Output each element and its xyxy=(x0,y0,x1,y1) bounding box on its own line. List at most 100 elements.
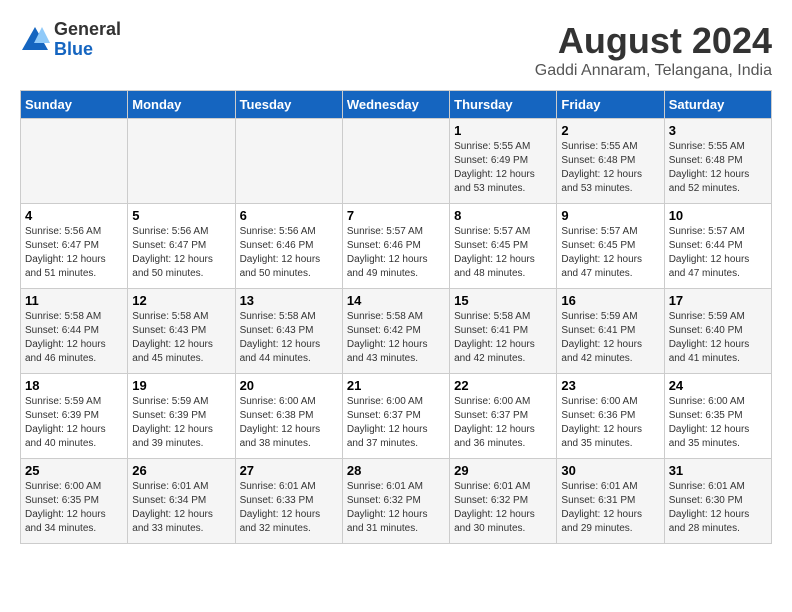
calendar-cell: 17 Sunrise: 5:59 AM Sunset: 6:40 PM Dayli… xyxy=(664,289,771,374)
day-info: Sunrise: 5:59 AM Sunset: 6:39 PM Dayligh… xyxy=(25,395,123,451)
calendar-week-row: 4Sunrise: 5:56 AM Sunset: 6:47 PM Daylig… xyxy=(21,204,772,289)
main-title: August 2024 xyxy=(535,20,772,62)
calendar-cell: 22 Sunrise: 6:00 AM Sunset: 6:37 PM Dayli… xyxy=(450,374,557,459)
weekday-header-cell: Sunday xyxy=(21,91,128,119)
day-info: Sunrise: 5:55 AM Sunset: 6:49 PM Dayligh… xyxy=(454,140,552,196)
day-number: 12 xyxy=(132,293,230,308)
weekday-header-cell: Friday xyxy=(557,91,664,119)
day-number: 30 xyxy=(561,463,659,478)
calendar-cell: 26 Sunrise: 6:01 AM Sunset: 6:34 PM Dayli… xyxy=(128,459,235,544)
day-info: Sunrise: 5:55 AM Sunset: 6:48 PM Dayligh… xyxy=(669,140,767,196)
logo-icon xyxy=(20,25,50,55)
weekday-header-cell: Wednesday xyxy=(342,91,449,119)
day-number: 29 xyxy=(454,463,552,478)
calendar-week-row: 11 Sunrise: 5:58 AM Sunset: 6:44 PM Dayli… xyxy=(21,289,772,374)
calendar-cell: 14 Sunrise: 5:58 AM Sunset: 6:42 PM Dayli… xyxy=(342,289,449,374)
day-number: 26 xyxy=(132,463,230,478)
weekday-header-cell: Tuesday xyxy=(235,91,342,119)
day-info: Sunrise: 6:01 AM Sunset: 6:32 PM Dayligh… xyxy=(347,480,445,536)
day-info: Sunrise: 5:57 AM Sunset: 6:44 PM Dayligh… xyxy=(669,225,767,281)
logo: General Blue xyxy=(20,20,121,60)
day-info: Sunrise: 6:01 AM Sunset: 6:34 PM Dayligh… xyxy=(132,480,230,536)
day-number: 20 xyxy=(240,378,338,393)
calendar-cell xyxy=(21,119,128,204)
calendar-cell: 27 Sunrise: 6:01 AM Sunset: 6:33 PM Dayli… xyxy=(235,459,342,544)
day-info: Sunrise: 6:01 AM Sunset: 6:32 PM Dayligh… xyxy=(454,480,552,536)
calendar-cell: 4Sunrise: 5:56 AM Sunset: 6:47 PM Daylig… xyxy=(21,204,128,289)
calendar-cell: 18 Sunrise: 5:59 AM Sunset: 6:39 PM Dayli… xyxy=(21,374,128,459)
day-number: 21 xyxy=(347,378,445,393)
day-info: Sunrise: 6:00 AM Sunset: 6:36 PM Dayligh… xyxy=(561,395,659,451)
calendar-week-row: 25Sunrise: 6:00 AM Sunset: 6:35 PM Dayli… xyxy=(21,459,772,544)
day-number: 5 xyxy=(132,208,230,223)
day-info: Sunrise: 5:57 AM Sunset: 6:46 PM Dayligh… xyxy=(347,225,445,281)
calendar-cell: 9 Sunrise: 5:57 AM Sunset: 6:45 PM Daylig… xyxy=(557,204,664,289)
day-number: 7 xyxy=(347,208,445,223)
day-number: 8 xyxy=(454,208,552,223)
day-number: 11 xyxy=(25,293,123,308)
day-number: 10 xyxy=(669,208,767,223)
calendar-cell: 6Sunrise: 5:56 AM Sunset: 6:46 PM Daylig… xyxy=(235,204,342,289)
day-info: Sunrise: 6:00 AM Sunset: 6:35 PM Dayligh… xyxy=(669,395,767,451)
logo-general: General xyxy=(54,20,121,40)
calendar-cell: 15 Sunrise: 5:58 AM Sunset: 6:41 PM Dayli… xyxy=(450,289,557,374)
day-number: 13 xyxy=(240,293,338,308)
day-number: 22 xyxy=(454,378,552,393)
calendar-cell: 13 Sunrise: 5:58 AM Sunset: 6:43 PM Dayli… xyxy=(235,289,342,374)
day-number: 17 xyxy=(669,293,767,308)
day-info: Sunrise: 5:58 AM Sunset: 6:43 PM Dayligh… xyxy=(240,310,338,366)
calendar-cell: 20 Sunrise: 6:00 AM Sunset: 6:38 PM Dayli… xyxy=(235,374,342,459)
day-number: 25 xyxy=(25,463,123,478)
weekday-header-cell: Saturday xyxy=(664,91,771,119)
day-number: 18 xyxy=(25,378,123,393)
day-number: 9 xyxy=(561,208,659,223)
calendar-cell: 7 Sunrise: 5:57 AM Sunset: 6:46 PM Daylig… xyxy=(342,204,449,289)
calendar-cell xyxy=(128,119,235,204)
day-info: Sunrise: 5:59 AM Sunset: 6:40 PM Dayligh… xyxy=(669,310,767,366)
calendar-cell: 25Sunrise: 6:00 AM Sunset: 6:35 PM Dayli… xyxy=(21,459,128,544)
calendar-cell: 23 Sunrise: 6:00 AM Sunset: 6:36 PM Dayli… xyxy=(557,374,664,459)
logo-text: General Blue xyxy=(54,20,121,60)
day-info: Sunrise: 6:00 AM Sunset: 6:38 PM Dayligh… xyxy=(240,395,338,451)
day-info: Sunrise: 6:01 AM Sunset: 6:30 PM Dayligh… xyxy=(669,480,767,536)
calendar-body: 1 Sunrise: 5:55 AM Sunset: 6:49 PM Daylig… xyxy=(21,119,772,544)
day-info: Sunrise: 5:59 AM Sunset: 6:41 PM Dayligh… xyxy=(561,310,659,366)
calendar-cell: 3Sunrise: 5:55 AM Sunset: 6:48 PM Daylig… xyxy=(664,119,771,204)
calendar-cell: 16Sunrise: 5:59 AM Sunset: 6:41 PM Dayli… xyxy=(557,289,664,374)
calendar-cell: 28Sunrise: 6:01 AM Sunset: 6:32 PM Dayli… xyxy=(342,459,449,544)
subtitle: Gaddi Annaram, Telangana, India xyxy=(535,62,772,80)
day-info: Sunrise: 6:00 AM Sunset: 6:37 PM Dayligh… xyxy=(454,395,552,451)
calendar-cell: 21 Sunrise: 6:00 AM Sunset: 6:37 PM Dayli… xyxy=(342,374,449,459)
day-info: Sunrise: 5:58 AM Sunset: 6:41 PM Dayligh… xyxy=(454,310,552,366)
day-number: 15 xyxy=(454,293,552,308)
calendar-cell xyxy=(235,119,342,204)
day-info: Sunrise: 6:01 AM Sunset: 6:33 PM Dayligh… xyxy=(240,480,338,536)
day-number: 14 xyxy=(347,293,445,308)
day-info: Sunrise: 6:01 AM Sunset: 6:31 PM Dayligh… xyxy=(561,480,659,536)
calendar-cell: 1 Sunrise: 5:55 AM Sunset: 6:49 PM Daylig… xyxy=(450,119,557,204)
weekday-header-row: SundayMondayTuesdayWednesdayThursdayFrid… xyxy=(21,91,772,119)
calendar-cell: 5 Sunrise: 5:56 AM Sunset: 6:47 PM Daylig… xyxy=(128,204,235,289)
day-number: 23 xyxy=(561,378,659,393)
day-info: Sunrise: 5:55 AM Sunset: 6:48 PM Dayligh… xyxy=(561,140,659,196)
day-info: Sunrise: 5:57 AM Sunset: 6:45 PM Dayligh… xyxy=(561,225,659,281)
day-number: 31 xyxy=(669,463,767,478)
day-number: 2 xyxy=(561,123,659,138)
title-section: August 2024 Gaddi Annaram, Telangana, In… xyxy=(535,20,772,80)
header: General Blue August 2024 Gaddi Annaram, … xyxy=(20,20,772,80)
day-info: Sunrise: 5:58 AM Sunset: 6:42 PM Dayligh… xyxy=(347,310,445,366)
day-info: Sunrise: 6:00 AM Sunset: 6:37 PM Dayligh… xyxy=(347,395,445,451)
calendar-cell: 29 Sunrise: 6:01 AM Sunset: 6:32 PM Dayli… xyxy=(450,459,557,544)
calendar-cell: 30 Sunrise: 6:01 AM Sunset: 6:31 PM Dayli… xyxy=(557,459,664,544)
day-number: 27 xyxy=(240,463,338,478)
weekday-header-cell: Thursday xyxy=(450,91,557,119)
day-info: Sunrise: 5:57 AM Sunset: 6:45 PM Dayligh… xyxy=(454,225,552,281)
day-info: Sunrise: 5:58 AM Sunset: 6:44 PM Dayligh… xyxy=(25,310,123,366)
day-info: Sunrise: 5:56 AM Sunset: 6:47 PM Dayligh… xyxy=(132,225,230,281)
day-number: 1 xyxy=(454,123,552,138)
calendar-cell: 31 Sunrise: 6:01 AM Sunset: 6:30 PM Dayli… xyxy=(664,459,771,544)
calendar-cell: 2 Sunrise: 5:55 AM Sunset: 6:48 PM Daylig… xyxy=(557,119,664,204)
day-info: Sunrise: 5:58 AM Sunset: 6:43 PM Dayligh… xyxy=(132,310,230,366)
logo-blue: Blue xyxy=(54,40,121,60)
calendar-table: SundayMondayTuesdayWednesdayThursdayFrid… xyxy=(20,90,772,544)
